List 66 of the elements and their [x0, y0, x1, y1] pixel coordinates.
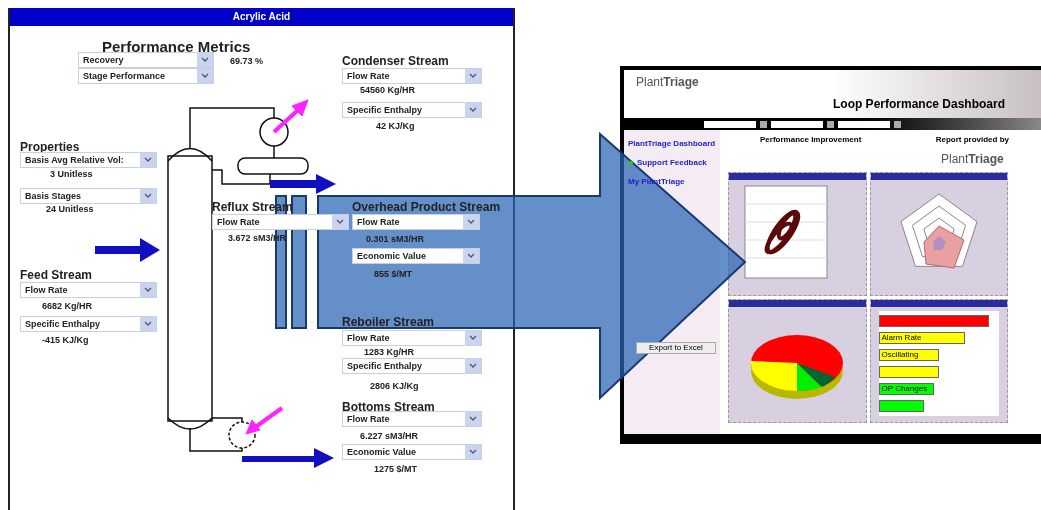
- chevron-icon: [463, 249, 479, 263]
- dropdown[interactable]: Flow Rate: [342, 411, 482, 427]
- go-button[interactable]: [894, 120, 901, 128]
- feed-arrow-icon: [95, 238, 160, 262]
- section-heading: Reboiler Stream: [342, 314, 435, 331]
- chevron-icon: [140, 189, 156, 203]
- chevron-icon: [465, 445, 481, 459]
- value-text: 24 Unitless: [46, 203, 94, 216]
- bar: Alarm Rate: [878, 332, 966, 344]
- dropdown[interactable]: Flow Rate: [212, 214, 349, 230]
- chevron-icon: [332, 215, 348, 229]
- section-heading: Feed Stream: [20, 267, 93, 284]
- dropdown[interactable]: Flow Rate: [352, 214, 480, 230]
- value-text: 0.301 sM3/HR: [366, 233, 425, 246]
- chevron-icon: [465, 359, 481, 373]
- chevron-icon: [197, 53, 213, 67]
- value-text: 3 Unitless: [50, 168, 93, 181]
- dropdown[interactable]: Basis Avg Relative Vol:: [20, 152, 157, 168]
- chevron-icon: [140, 153, 156, 167]
- value-text: 2806 KJ/Kg: [370, 380, 419, 393]
- section-heading: Performance Improvement: [760, 134, 862, 146]
- dropdown[interactable]: [838, 120, 890, 128]
- dropdown[interactable]: Specific Enthalpy: [20, 316, 157, 332]
- value-text: 6682 Kg/HR: [42, 300, 93, 313]
- dropdown[interactable]: Specific Enthalpy: [342, 102, 482, 118]
- value-text: -415 KJ/Kg: [42, 334, 89, 347]
- bar: Oscillating: [878, 349, 939, 361]
- chevron-icon: [465, 103, 481, 117]
- dropdown[interactable]: Recovery: [78, 52, 214, 68]
- section-heading: Overhead Product Stream: [352, 199, 501, 216]
- go-button[interactable]: [827, 120, 834, 128]
- value-text: 42 KJ/Kg: [376, 120, 415, 133]
- chevron-icon: [465, 412, 481, 426]
- chevron-icon: [140, 317, 156, 331]
- export-button[interactable]: Export to Excel: [636, 342, 716, 354]
- go-button[interactable]: [760, 120, 767, 128]
- dropdown[interactable]: Flow Rate: [342, 68, 482, 84]
- window-title: Acrylic Acid: [10, 8, 513, 26]
- value-text: 1283 Kg/HR: [364, 346, 415, 359]
- dropdown[interactable]: Economic Value: [342, 444, 482, 460]
- logo: PlantTriage: [636, 74, 699, 91]
- value-text: 69.73 %: [230, 55, 264, 68]
- value-text: 1275 $/MT: [374, 463, 418, 476]
- report-label: Report provided by: [935, 134, 1009, 146]
- dropdown[interactable]: Basis Stages: [20, 188, 157, 204]
- dashboard-title: Loop Performance Dashboard: [832, 96, 1005, 113]
- dropdown[interactable]: [771, 120, 823, 128]
- chevron-icon: [465, 331, 481, 345]
- value-text: 855 $/MT: [374, 268, 413, 281]
- nav-link[interactable]: Support Feedback: [637, 157, 707, 169]
- chevron-icon: [465, 69, 481, 83]
- value-text: 54560 Kg/HR: [360, 84, 416, 97]
- logo: PlantTriage: [940, 151, 1004, 168]
- bar: OP Changes: [878, 383, 934, 395]
- dropdown[interactable]: Flow Rate: [342, 330, 482, 346]
- value-text: 6.227 sM3/HR: [360, 430, 419, 443]
- chevron-icon: [463, 215, 479, 229]
- dropdown[interactable]: Specific Enthalpy: [342, 358, 482, 374]
- dropdown[interactable]: Stage Performance: [78, 68, 214, 84]
- section-heading: Condenser Stream: [342, 53, 449, 70]
- dropdown[interactable]: Economic Value: [352, 248, 480, 264]
- dropdown[interactable]: [704, 120, 756, 128]
- dropdown[interactable]: Flow Rate: [20, 282, 157, 298]
- chevron-icon: [197, 69, 213, 83]
- nav-link[interactable]: PlantTriage Dashboard: [628, 138, 716, 150]
- chevron-icon: [140, 283, 156, 297]
